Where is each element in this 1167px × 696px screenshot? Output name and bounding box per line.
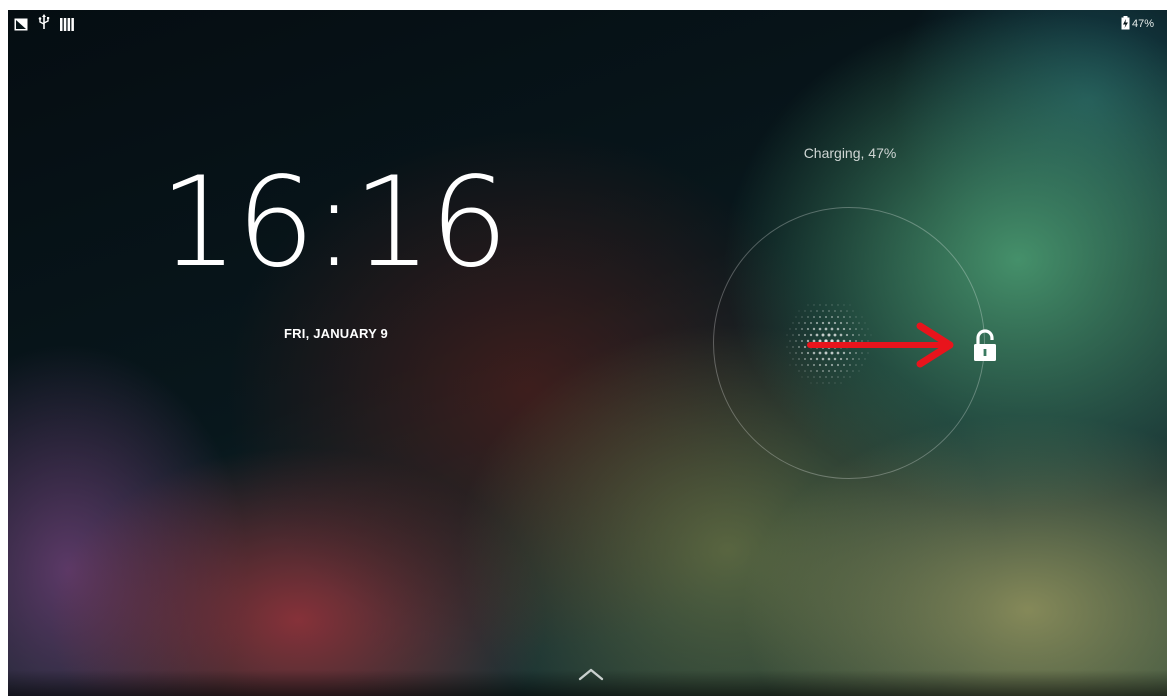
battery-charging-icon <box>1121 15 1130 34</box>
charging-status: Charging, 47% <box>803 145 897 161</box>
battery-percent-text: 47% <box>1132 18 1155 30</box>
red-arrow-icon <box>806 320 958 374</box>
clock-time: 16:16 <box>159 151 508 295</box>
screenshot-icon <box>14 16 28 35</box>
clock-date: FRI, JANUARY 9 <box>284 326 388 341</box>
chevron-up-icon[interactable] <box>576 666 606 686</box>
lock-screen: 47% 16:16 FRI, JANUARY 9 Charging, 47% <box>8 10 1167 696</box>
usb-icon <box>38 14 50 34</box>
unlock-icon[interactable] <box>970 329 1000 367</box>
status-bar: 47% <box>8 10 1167 36</box>
signal-icon <box>60 16 74 35</box>
